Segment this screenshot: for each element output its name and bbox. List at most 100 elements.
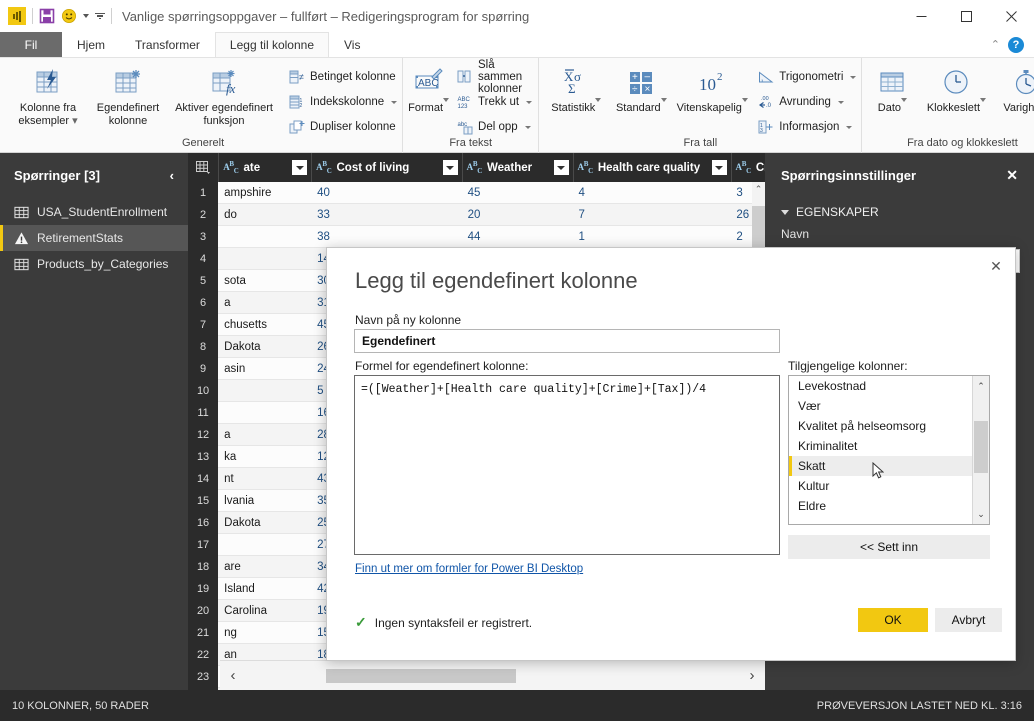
table-cell[interactable] <box>218 248 312 270</box>
button-egendefinert-kolonne[interactable]: Egendefinert kolonne <box>89 63 167 127</box>
column-header-health-care-quality[interactable]: ABC Health care quality <box>572 153 731 182</box>
available-column-item[interactable]: Levekostnad <box>789 376 989 396</box>
row-number[interactable]: 12 <box>188 424 219 446</box>
table-cell[interactable]: 7 <box>572 204 731 226</box>
table-cell[interactable]: ka <box>218 446 312 468</box>
row-number[interactable]: 23 <box>188 666 219 688</box>
smiley-icon[interactable] <box>61 8 77 24</box>
row-number[interactable]: 7 <box>188 314 219 336</box>
table-cell[interactable] <box>218 534 312 556</box>
ok-button[interactable]: OK <box>858 608 928 632</box>
scroll-track[interactable] <box>246 668 739 683</box>
available-column-item[interactable]: Skatt <box>789 456 989 476</box>
filter-dropdown-icon[interactable] <box>292 160 308 175</box>
button-avrunding[interactable]: .00 .0 Avrunding <box>758 92 856 112</box>
button-varighet[interactable]: Varighet <box>995 63 1034 115</box>
row-number[interactable]: 1 <box>188 182 219 204</box>
button-del-opp[interactable]: abc Del opp <box>457 117 533 137</box>
table-cell[interactable]: 20 <box>461 204 573 226</box>
row-number[interactable]: 10 <box>188 380 219 402</box>
table-cell[interactable] <box>218 226 312 248</box>
row-number[interactable]: 11 <box>188 402 219 424</box>
row-number[interactable]: 17 <box>188 534 219 556</box>
table-cell[interactable]: ng <box>218 622 312 644</box>
filter-dropdown-icon[interactable] <box>553 160 569 175</box>
tab-hjem[interactable]: Hjem <box>62 32 120 57</box>
formula-input[interactable]: =([Weather]+[Health care quality]+[Crime… <box>354 375 780 555</box>
chevron-down-icon[interactable] <box>83 14 89 18</box>
table-cell[interactable]: 45 <box>461 182 573 204</box>
available-column-item[interactable]: Kvalitet på helseomsorg <box>789 416 989 436</box>
table-cell[interactable]: nt <box>218 468 312 490</box>
table-cell[interactable]: asin <box>218 358 312 380</box>
chevron-down-icon[interactable] <box>443 98 450 114</box>
columns-list-scrollbar[interactable]: ⌃ ⌄ <box>972 376 989 524</box>
row-number[interactable]: 19 <box>188 578 219 600</box>
scroll-left-icon[interactable]: ‹ <box>220 667 246 684</box>
chevron-down-icon[interactable] <box>846 125 853 129</box>
table-cell[interactable]: Island <box>218 578 312 600</box>
table-cell[interactable]: 44 <box>461 226 573 248</box>
button-betinget-kolonne[interactable]: ≠ Betinget kolonne <box>289 67 397 87</box>
scroll-thumb[interactable] <box>326 668 516 683</box>
chevron-down-icon[interactable] <box>660 98 667 114</box>
help-button[interactable]: ? <box>1008 36 1024 53</box>
button-trigonometri[interactable]: Trigonometri <box>758 67 857 87</box>
collapse-ribbon-icon[interactable]: ⌃ <box>991 38 1000 51</box>
chevron-down-icon[interactable] <box>850 75 857 79</box>
close-button[interactable] <box>989 0 1034 32</box>
table-cell[interactable]: 1 <box>572 226 731 248</box>
tab-legg-til-kolonne[interactable]: Legg til kolonne <box>214 32 329 57</box>
scroll-up-icon[interactable]: ⌃ <box>973 378 989 394</box>
column-header-crime[interactable]: ABC Crime <box>730 153 765 182</box>
new-column-name-input[interactable]: Egendefinert <box>354 329 780 353</box>
available-column-item[interactable]: Kriminalitet <box>789 436 989 456</box>
button-standard[interactable]: + – ÷ × Standard <box>610 63 672 115</box>
grid-corner-button[interactable] <box>188 153 219 182</box>
collapse-pane-icon[interactable]: ‹ <box>170 168 174 183</box>
button-statistikk[interactable]: X σ Σ Statistikk <box>544 63 608 115</box>
table-row[interactable]: 3 38 44 1 2 <box>188 226 765 248</box>
button-vitenskapelig[interactable]: 10 2 Vitenskapelig <box>674 63 750 115</box>
tab-transformer[interactable]: Transformer <box>120 32 215 57</box>
row-number[interactable]: 13 <box>188 446 219 468</box>
button-format[interactable]: ABC Format <box>408 63 450 115</box>
table-cell[interactable]: 4 <box>572 182 731 204</box>
table-cell[interactable]: 40 <box>311 182 462 204</box>
table-cell[interactable]: a <box>218 292 312 314</box>
row-number[interactable]: 5 <box>188 270 219 292</box>
chevron-down-icon[interactable] <box>901 98 908 114</box>
chevron-down-icon[interactable] <box>741 98 748 114</box>
table-row[interactable]: 1 ampshire 40 45 4 3 <box>188 182 765 204</box>
filter-dropdown-icon[interactable] <box>711 160 727 175</box>
button-informasjon[interactable]: 1 3 Informasjon <box>758 117 856 137</box>
row-number[interactable]: 15 <box>188 490 219 512</box>
button-sla-sammen-kolonner[interactable]: Slå sammen kolonner <box>457 59 533 95</box>
row-number[interactable]: 21 <box>188 622 219 644</box>
table-cell[interactable]: Carolina <box>218 600 312 622</box>
close-pane-icon[interactable]: ✕ <box>1006 167 1018 184</box>
scroll-thumb[interactable] <box>974 421 988 473</box>
row-number[interactable]: 14 <box>188 468 219 490</box>
table-cell[interactable]: do <box>218 204 312 226</box>
table-row[interactable]: 2 do 33 20 7 26 <box>188 204 765 226</box>
query-item-usa-studentenrollment[interactable]: USA_StudentEnrollment <box>0 199 188 225</box>
row-number[interactable]: 22 <box>188 644 219 666</box>
available-column-item[interactable]: Kultur <box>789 476 989 496</box>
button-dupliser-kolonne[interactable]: Dupliser kolonne <box>289 117 397 137</box>
filter-dropdown-icon[interactable] <box>442 160 458 175</box>
row-number[interactable]: 6 <box>188 292 219 314</box>
insert-column-button[interactable]: << Sett inn <box>788 535 990 559</box>
properties-section-header[interactable]: EGENSKAPER <box>765 197 1034 223</box>
button-kolonne-fra-eksempler[interactable]: Kolonne fra eksempler ▾ <box>9 63 87 127</box>
button-aktiver-egendefinert-funksjon[interactable]: fx Aktiver egendefinert funksjon <box>169 63 279 127</box>
table-cell[interactable] <box>218 402 312 424</box>
tab-fil[interactable]: Fil <box>0 32 62 57</box>
scroll-down-icon[interactable]: ⌄ <box>973 506 989 522</box>
chevron-down-icon[interactable] <box>837 100 844 104</box>
available-column-item[interactable]: Eldre <box>789 496 989 516</box>
row-number[interactable]: 8 <box>188 336 219 358</box>
chevron-down-icon[interactable] <box>980 98 987 114</box>
table-cell[interactable]: a <box>218 424 312 446</box>
chevron-down-icon[interactable] <box>391 100 398 104</box>
